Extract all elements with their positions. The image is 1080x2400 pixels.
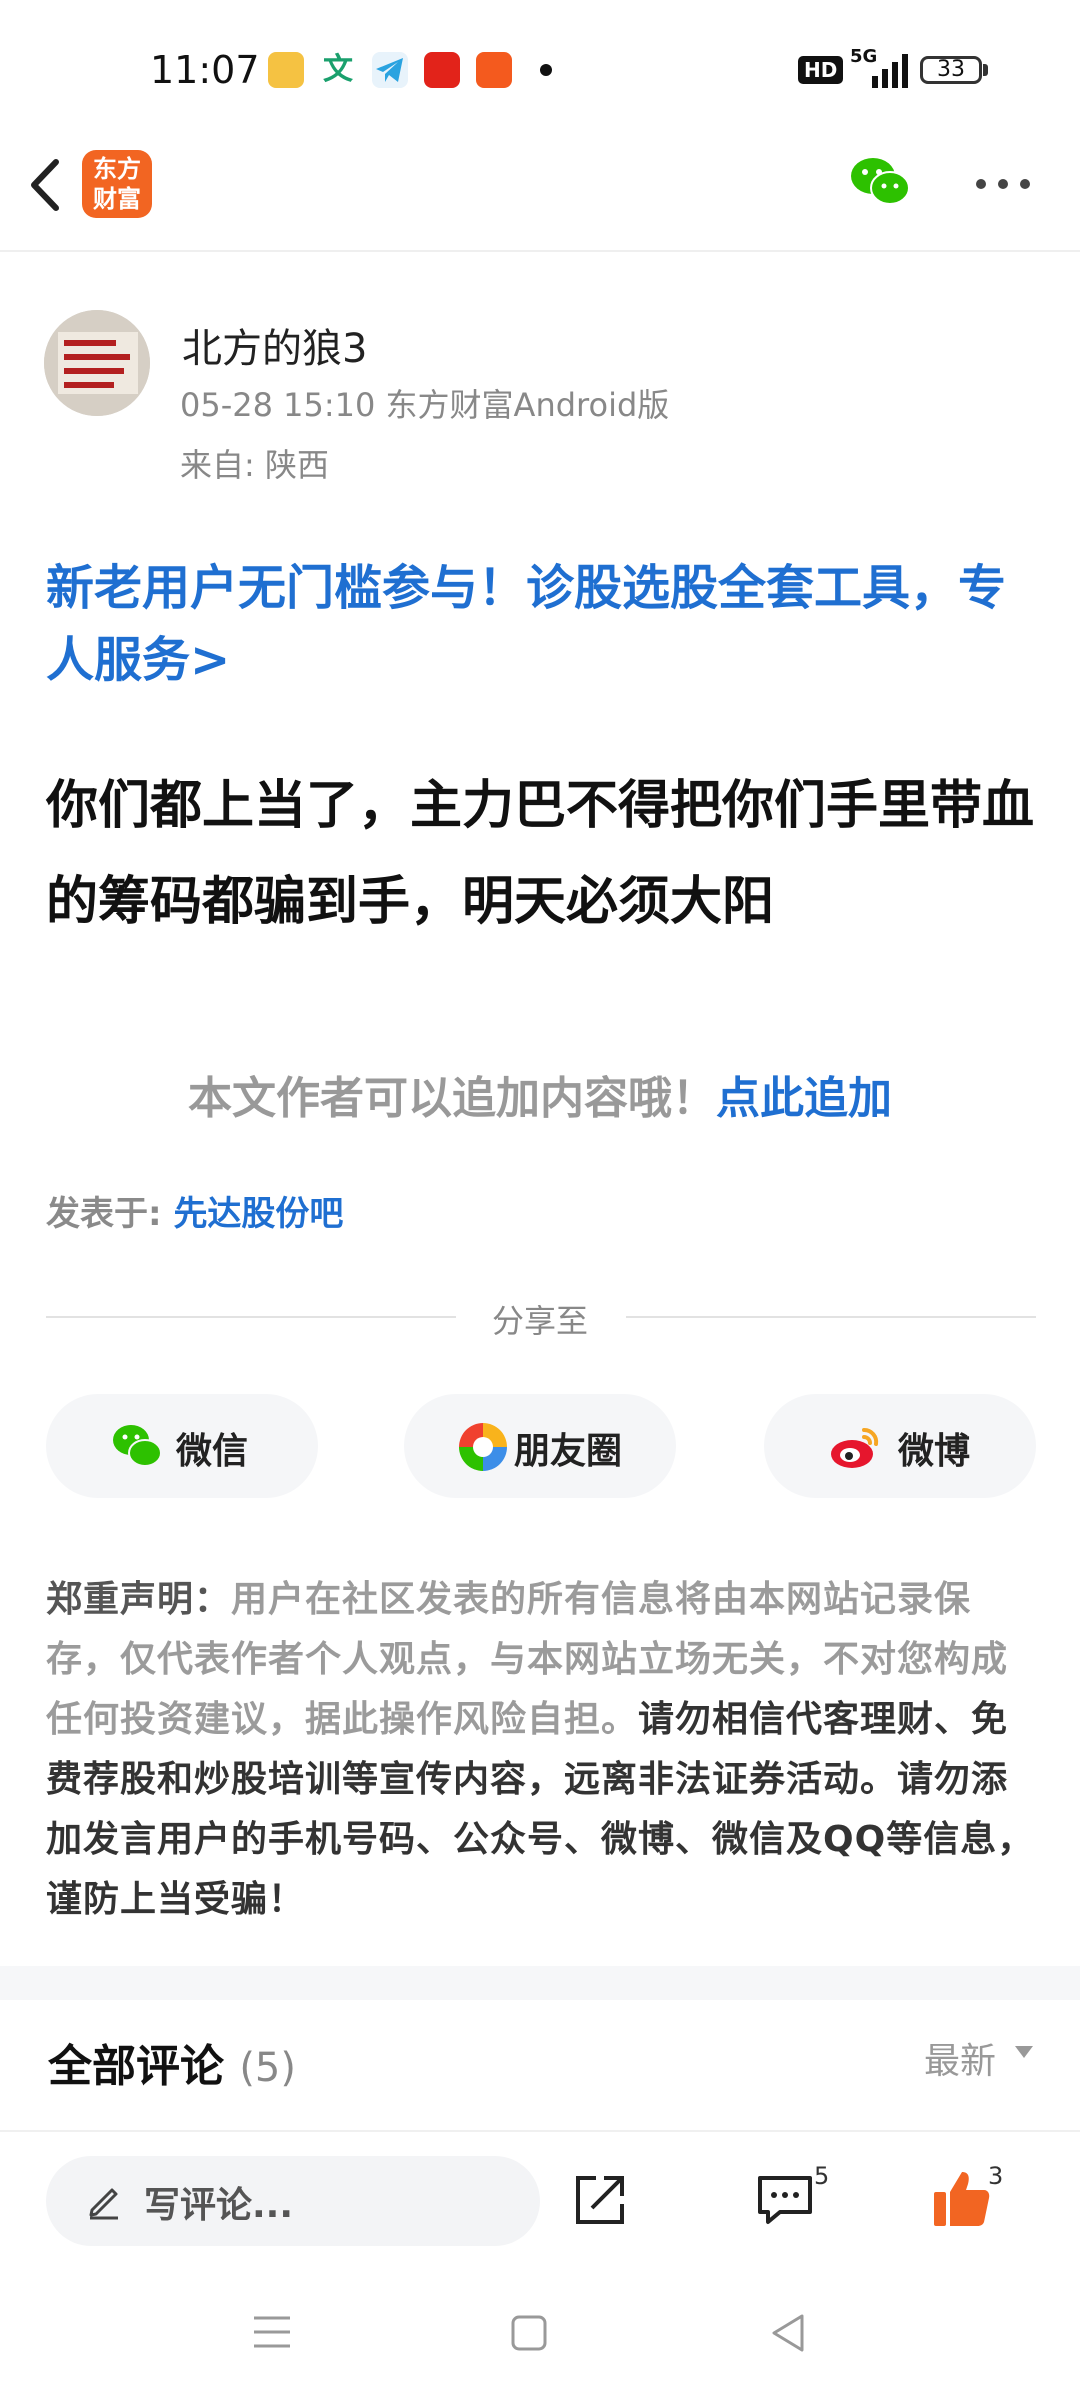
battery-tip: [983, 64, 988, 76]
comments-count: (5): [239, 2045, 296, 2091]
home-icon[interactable]: [510, 2314, 548, 2352]
append-hint-row: 本文作者可以追加内容哦！点此追加: [0, 1062, 1080, 1126]
posted-in-label: 发表于:: [46, 1194, 174, 1234]
share-moments-label: 朋友圈: [514, 1431, 623, 1472]
chevron-down-icon[interactable]: [1015, 2046, 1033, 2058]
share-weibo-button[interactable]: 微博: [764, 1394, 1036, 1498]
battery-indicator: 33: [920, 56, 982, 84]
notification-dot: [540, 64, 552, 76]
translate-icon: 文: [320, 52, 356, 88]
status-time: 11:07: [150, 48, 260, 92]
avatar[interactable]: [44, 310, 150, 416]
disclaimer: 郑重声明：用户在社区发表的所有信息将由本网站记录保存，仅代表作者个人观点，与本网…: [46, 1570, 1036, 1930]
logo-line2: 财富: [93, 185, 141, 213]
stock-bar-link[interactable]: 先达股份吧: [173, 1194, 343, 1234]
wechat-share-icon[interactable]: [848, 156, 912, 208]
like-count-badge: 3: [988, 2162, 1004, 2190]
share-weibo-label: 微博: [898, 1431, 971, 1472]
logo-line1: 东方: [93, 155, 141, 183]
disclaimer-title: 郑重声明：: [46, 1579, 232, 1620]
comments-title: 全部评论: [48, 2041, 224, 2092]
post-content: 你们都上当了，主力巴不得把你们手里带血的筹码都骗到手，明天必须大阳: [46, 776, 1035, 932]
share-label: 分享至: [491, 1302, 588, 1340]
pencil-icon: [89, 2188, 118, 2220]
comment-count-badge: 5: [814, 2162, 830, 2190]
share-wechat-label: 微信: [176, 1431, 249, 1472]
write-comment-placeholder: 写评论...: [144, 2185, 294, 2226]
hd-badge: HD: [798, 56, 844, 84]
promo-link[interactable]: 新老用户无门槛参与！诊股选股全套工具，专人服务>: [46, 552, 1036, 696]
share-icon[interactable]: [570, 2170, 630, 2230]
comments-header: 全部评论 (5): [48, 2030, 296, 2094]
comment-icon[interactable]: [754, 2170, 816, 2228]
wechat-icon: [113, 1425, 162, 1467]
telegram-icon: [372, 52, 408, 88]
menu-icon[interactable]: [252, 2314, 292, 2350]
more-icon[interactable]: [975, 178, 1031, 190]
append-link[interactable]: 点此追加: [716, 1073, 892, 1124]
top-nav: [0, 140, 1080, 252]
section-divider: [0, 1966, 1080, 2000]
share-wechat-button[interactable]: 微信: [46, 1394, 318, 1498]
back-icon[interactable]: [20, 150, 70, 220]
moments-icon: [459, 1423, 507, 1471]
orange-app-icon: [476, 52, 512, 88]
append-hint: 本文作者可以追加内容哦！: [188, 1073, 716, 1124]
thumbs-up-icon[interactable]: [930, 2166, 994, 2230]
share-moments-button[interactable]: 朋友圈: [404, 1394, 676, 1498]
posted-in: 发表于: 先达股份吧: [46, 1186, 343, 1235]
app-logo[interactable]: 东方 财富: [82, 150, 152, 218]
write-comment-input[interactable]: 写评论...: [46, 2156, 540, 2246]
signal-icon: [872, 54, 908, 88]
weibo-orange-icon: [268, 52, 304, 88]
sort-dropdown[interactable]: 最新: [924, 2032, 996, 2084]
weibo-icon: [831, 1427, 879, 1468]
post-location: 来自: 陕西: [180, 446, 329, 484]
post-meta: 05-28 15:10 东方财富Android版: [180, 386, 670, 424]
author-name[interactable]: 北方的狼3: [182, 316, 367, 374]
red-app-icon: [424, 52, 460, 88]
back-nav-icon[interactable]: [768, 2312, 808, 2354]
